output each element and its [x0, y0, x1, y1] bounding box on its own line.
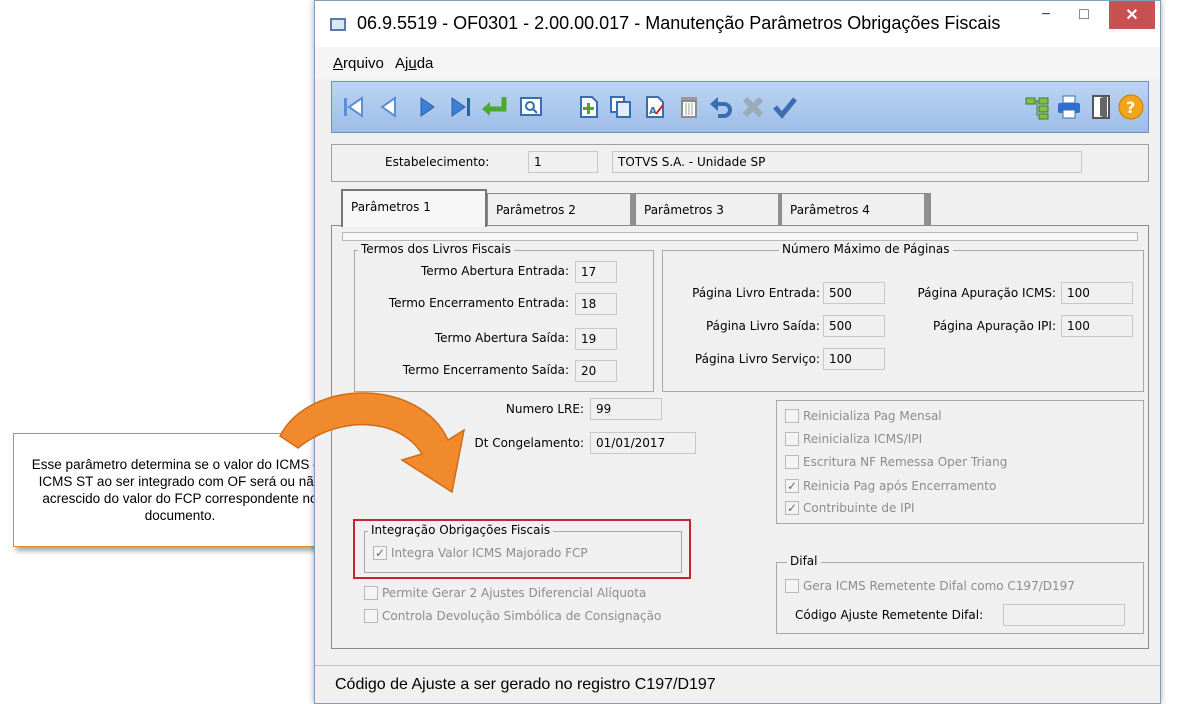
close-icon: ✕	[1125, 7, 1139, 24]
estabelecimento-panel: Estabelecimento: 1 TOTVS S.A. - Unidade …	[331, 144, 1149, 182]
escritura-nf-remessa-checkbox[interactable]: Escritura NF Remessa Oper Triang	[785, 455, 1007, 469]
pagina-apuracao-icms-field[interactable]: 100	[1061, 282, 1133, 304]
window-title: 06.9.5519 - OF0301 - 2.00.00.017 - Manut…	[357, 13, 1001, 33]
dt-congelamento-field[interactable]: 01/01/2017	[590, 432, 696, 454]
controla-devolucao-checkbox[interactable]: Controla Devolução Simbólica de Consigna…	[364, 609, 661, 623]
integracao-group-title: Integração Obrigações Fiscais	[368, 523, 554, 537]
estabelecimento-label: Estabelecimento:	[385, 155, 490, 169]
numero-lre-field[interactable]: 99	[590, 398, 662, 420]
tab-parametros-4[interactable]: Parâmetros 4	[781, 193, 931, 225]
termo-encerramento-entrada-field[interactable]: 18	[575, 293, 617, 315]
title-bar: 06.9.5519 - OF0301 - 2.00.00.017 - Manut…	[315, 1, 1160, 47]
check-mark-icon: ✓	[785, 479, 799, 493]
last-record-icon[interactable]	[446, 92, 476, 122]
reinicializa-icms-ipi-checkbox[interactable]: Reinicializa ICMS/IPI	[785, 432, 922, 446]
tab-parametros-2[interactable]: Parâmetros 2	[487, 193, 637, 225]
tab-parametros-1[interactable]: Parâmetros 1	[341, 189, 487, 227]
pagina-livro-entrada-field[interactable]: 500	[823, 282, 885, 304]
svg-text:?: ?	[1126, 98, 1135, 117]
tab-parametros-3[interactable]: Parâmetros 3	[635, 193, 785, 225]
copy-icon[interactable]	[606, 92, 636, 122]
checkbox-box	[364, 609, 378, 623]
checkbox-box	[785, 455, 799, 469]
reinicia-pag-encerramento-checkbox[interactable]: ✓ Reinicia Pag após Encerramento	[785, 479, 996, 493]
toolbar: A ?	[331, 81, 1149, 133]
paginas-group-title: Número Máximo de Páginas	[779, 242, 953, 256]
integracao-group: Integração Obrigações Fiscais ✓ Integra V…	[364, 523, 682, 573]
pagina-apuracao-icms-label: Página Apuração ICMS:	[917, 286, 1056, 300]
termo-encerramento-entrada-label: Termo Encerramento Entrada:	[388, 296, 569, 310]
exit-icon[interactable]	[1086, 92, 1116, 122]
structure-icon[interactable]	[1022, 92, 1052, 122]
difal-group: Difal Gera ICMS Remetente Difal como C19…	[776, 554, 1144, 634]
status-text: Código de Ajuste a ser gerado no registr…	[335, 676, 716, 693]
pagina-apuracao-ipi-label: Página Apuração IPI:	[933, 319, 1056, 333]
menu-arquivo[interactable]: Arquivo	[333, 55, 384, 72]
undo-icon[interactable]	[706, 92, 736, 122]
print-icon[interactable]	[1054, 92, 1084, 122]
codigo-ajuste-remetente-field[interactable]	[1003, 604, 1125, 626]
numero-lre-label: Numero LRE:	[505, 402, 584, 416]
status-bar: Código de Ajuste a ser gerado no registr…	[315, 665, 1160, 703]
termo-encerramento-saida-field[interactable]: 20	[575, 360, 617, 382]
minimize-button[interactable]: −	[1029, 1, 1063, 29]
previous-record-icon[interactable]	[374, 92, 404, 122]
maximize-button[interactable]: □	[1067, 1, 1101, 29]
pagina-livro-entrada-label: Página Livro Entrada:	[692, 286, 820, 300]
termos-group-title: Termos dos Livros Fiscais	[358, 242, 514, 256]
app-window: 06.9.5519 - OF0301 - 2.00.00.017 - Manut…	[314, 0, 1161, 704]
pagina-livro-servico-field[interactable]: 100	[823, 348, 885, 370]
estabelecimento-name-field: TOTVS S.A. - Unidade SP	[612, 151, 1082, 173]
contribuinte-ipi-checkbox[interactable]: ✓ Contribuinte de IPI	[785, 501, 915, 515]
menu-ajuda[interactable]: Ajuda	[395, 55, 433, 72]
pagina-apuracao-ipi-field[interactable]: 100	[1061, 315, 1133, 337]
termo-abertura-entrada-label: Termo Abertura Entrada:	[421, 264, 569, 278]
help-icon[interactable]: ?	[1116, 92, 1146, 122]
check-mark-icon: ✓	[373, 546, 387, 560]
checkbox-box	[364, 586, 378, 600]
termo-abertura-entrada-field[interactable]: 17	[575, 261, 617, 283]
cancel-icon[interactable]	[738, 92, 768, 122]
first-record-icon[interactable]	[338, 92, 368, 122]
next-record-icon[interactable]	[412, 92, 442, 122]
options-group: Reinicializa Pag Mensal Reinicializa ICM…	[776, 400, 1144, 524]
edit-icon[interactable]: A	[640, 92, 670, 122]
checkbox-box	[785, 432, 799, 446]
paginas-group: Número Máximo de Páginas Página Livro En…	[662, 242, 1144, 392]
difal-group-title: Difal	[787, 554, 821, 568]
goto-icon[interactable]	[480, 92, 510, 122]
add-icon[interactable]	[574, 92, 604, 122]
svg-text:A: A	[649, 106, 657, 117]
checkbox-box	[785, 409, 799, 423]
termo-abertura-saida-field[interactable]: 19	[575, 328, 617, 350]
close-button[interactable]: ✕	[1109, 1, 1155, 29]
pagina-livro-saida-label: Página Livro Saída:	[705, 319, 820, 333]
delete-icon[interactable]	[674, 92, 704, 122]
checkbox-box	[785, 579, 799, 593]
menu-bar: Arquivo Ajuda	[315, 47, 1160, 79]
search-icon[interactable]	[516, 92, 546, 122]
confirm-icon[interactable]	[770, 92, 800, 122]
reinicializa-pag-mensal-checkbox[interactable]: Reinicializa Pag Mensal	[785, 409, 942, 423]
pagina-livro-servico-label: Página Livro Serviço:	[694, 352, 820, 366]
gera-icms-remetente-difal-checkbox[interactable]: Gera ICMS Remetente Difal como C197/D197	[785, 579, 1075, 593]
codigo-ajuste-remetente-label: Código Ajuste Remetente Difal:	[795, 608, 984, 622]
permite-gerar-ajustes-checkbox[interactable]: Permite Gerar 2 Ajustes Diferencial Alíq…	[364, 586, 646, 600]
estabelecimento-code-field[interactable]: 1	[528, 151, 598, 173]
pagina-livro-saida-field[interactable]: 500	[823, 315, 885, 337]
check-mark-icon: ✓	[785, 501, 799, 515]
app-icon	[330, 18, 346, 31]
termo-abertura-saida-label: Termo Abertura Saída:	[434, 331, 569, 345]
inner-frame-bar	[342, 232, 1138, 241]
integra-valor-icms-fcp-checkbox[interactable]: ✓ Integra Valor ICMS Majorado FCP	[373, 546, 588, 560]
callout-arrow-icon	[279, 392, 466, 494]
